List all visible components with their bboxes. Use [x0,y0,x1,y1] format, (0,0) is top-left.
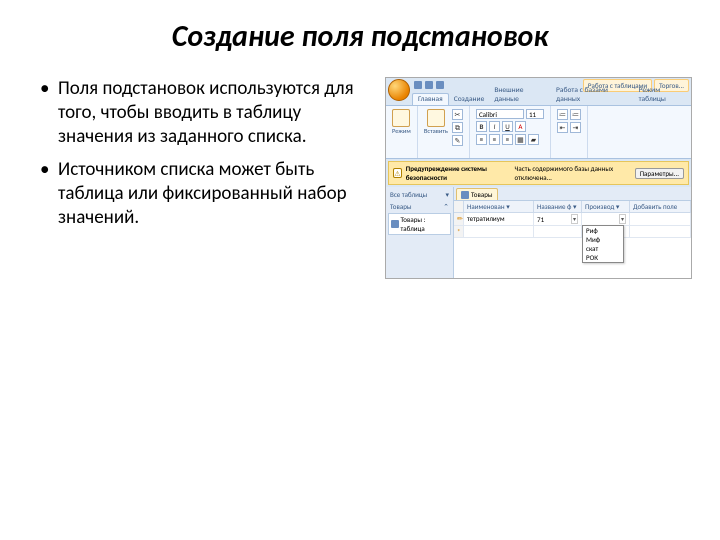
tab-dbtools[interactable]: Работа с базами данных [551,85,634,105]
fill-color-icon[interactable]: ▰ [528,134,539,145]
security-warning-bar: ⚠ Предупреждение системы безопасности Ча… [388,161,689,185]
new-row-icon: * [454,226,464,237]
cell[interactable] [630,213,691,225]
new-row-icon: ✏ [454,213,464,225]
table-icon [461,191,469,199]
cell[interactable] [582,226,630,237]
ribbon-group-clipboard: Вставить ✂ ⧉ ✎ [418,106,470,158]
document-tab[interactable]: Товары [456,188,498,200]
lookup-option[interactable]: РОК [583,253,623,262]
nav-pane: Все таблицы ▾ Товары ⌃ Товары : таблица [386,187,454,278]
column-header[interactable]: Наименован ▾ [464,201,534,212]
quick-access-toolbar [414,81,444,89]
font-size-combo[interactable]: 11 [526,109,544,119]
underline-button[interactable]: U [502,121,513,132]
screenshot-container: Работа с таблицами Торгов... Главная Соз… [379,77,692,279]
lookup-option[interactable]: скат [583,244,623,253]
tab-create[interactable]: Создание [449,94,490,105]
cell[interactable] [534,226,582,237]
paste-button[interactable]: Вставить [424,109,448,135]
chevron-down-icon: ▾ [446,190,450,199]
column-headers: Наименован ▾ Название ф ▾ Производ ▾ Доб… [454,201,691,213]
datasheet-icon [392,109,410,127]
ribbon-group-font: Calibri 11 B I U A ≡ ≡ ≡ [470,106,551,158]
cell[interactable] [464,226,534,237]
bullets-icon[interactable]: ≔ [557,109,568,120]
font-name-combo[interactable]: Calibri [476,109,524,119]
cell[interactable] [630,226,691,237]
add-field-column[interactable]: Добавить поле [630,201,691,212]
tab-datasheet[interactable]: Режим таблицы [634,85,691,105]
warn-options-button[interactable]: Параметры... [635,168,684,179]
cell[interactable]: тетратилиум [464,213,534,225]
cell[interactable]: 71 ▾ [534,213,582,225]
qat-save-icon[interactable] [414,81,422,89]
access-window: Работа с таблицами Торгов... Главная Соз… [385,77,692,279]
nav-group[interactable]: Товары ⌃ [388,200,451,211]
warn-text: Часть содержимого базы данных отключена.… [515,164,631,182]
italic-button[interactable]: I [489,121,500,132]
dropdown-arrow-icon[interactable]: ▾ [571,214,578,224]
column-header[interactable]: Производ ▾ [582,201,630,212]
page-title: Создание поля подстановок [0,0,720,77]
bullet-text: Поля подстановок используются для того, … [40,77,379,279]
document-tabs: Товары [454,187,691,201]
office-button-icon[interactable] [388,79,410,101]
align-center-icon[interactable]: ≡ [489,134,500,145]
shield-icon: ⚠ [393,168,402,178]
bold-button[interactable]: B [476,121,487,132]
cut-icon[interactable]: ✂ [452,109,463,120]
bullet-item: Поля подстановок используются для того, … [40,77,379,148]
ribbon: Режим Вставить ✂ ⧉ ✎ [386,105,691,159]
datasheet: Наименован ▾ Название ф ▾ Производ ▾ Доб… [454,201,691,278]
font-color-icon[interactable]: A [515,121,526,132]
main: Поля подстановок используются для того, … [0,77,720,279]
copy-icon[interactable]: ⧉ [452,122,463,133]
bullet-item: Источником списка может быть таблица или… [40,158,379,229]
table-icon [391,220,399,228]
brush-icon[interactable]: ✎ [452,135,463,146]
ribbon-tabs: Главная Создание Внешние данные Работа с… [386,92,691,105]
table-row: ✏ тетратилиум 71 ▾ [454,213,691,226]
app-body: Все таблицы ▾ Товары ⌃ Товары : таблица [386,187,691,278]
tab-home[interactable]: Главная [412,93,449,105]
gridlines-icon[interactable]: ▦ [515,134,526,145]
ribbon-group-richtext: ≔≔ ⇤⇥ [551,106,588,158]
column-header[interactable]: Название ф ▾ [534,201,582,212]
qat-undo-icon[interactable] [425,81,433,89]
dropdown-arrow-icon[interactable]: ▾ [619,214,626,224]
nav-header[interactable]: Все таблицы ▾ [388,189,451,200]
align-right-icon[interactable]: ≡ [502,134,513,145]
numbering-icon[interactable]: ≔ [570,109,581,120]
paste-icon [427,109,445,127]
collapse-icon: ⌃ [443,202,449,211]
qat-redo-icon[interactable] [436,81,444,89]
table-row: * [454,226,691,238]
align-left-icon[interactable]: ≡ [476,134,487,145]
indent-inc-icon[interactable]: ⇥ [570,122,581,133]
ribbon-group-view: Режим [386,106,418,158]
warn-title: Предупреждение системы безопасности [406,164,511,182]
work-area: Товары Наименован ▾ Название ф ▾ Произво… [454,187,691,278]
tab-external[interactable]: Внешние данные [489,85,551,105]
nav-table-item[interactable]: Товары : таблица [388,213,451,235]
cell-with-lookup[interactable]: ▾ Риф Миф скат РОК [582,213,630,225]
row-selector-header[interactable] [454,201,464,212]
view-button[interactable]: Режим [392,109,411,135]
indent-dec-icon[interactable]: ⇤ [557,122,568,133]
